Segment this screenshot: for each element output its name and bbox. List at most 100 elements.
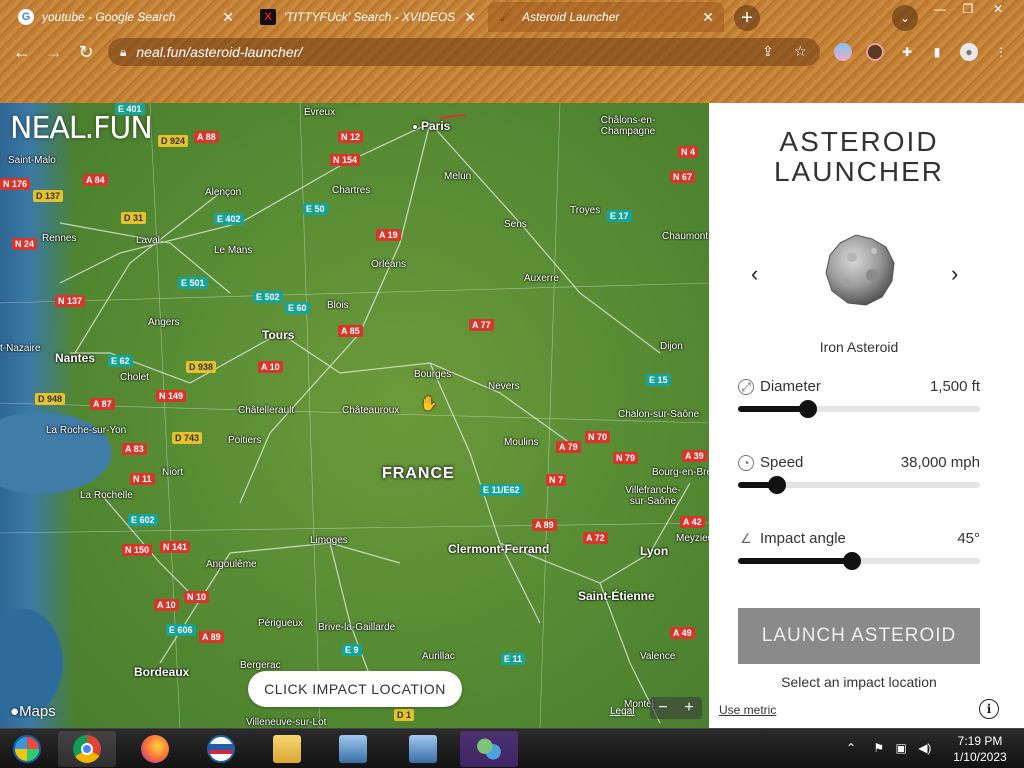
taskbar-file-explorer[interactable] <box>258 731 316 767</box>
diameter-label: Diameter <box>760 378 821 395</box>
taskbar-firefox[interactable] <box>126 731 184 767</box>
road-shield: D 924 <box>158 135 189 147</box>
volume-icon[interactable]: ◀) <box>918 741 931 755</box>
road-shield: A 42 <box>680 516 705 528</box>
zoom-out-button[interactable]: − <box>658 699 667 717</box>
network-icon[interactable]: ▣ <box>896 741 907 755</box>
tab-xvideos-search[interactable]: X 'TITTYFUck' Search - XVIDEOS ✕ <box>250 2 486 32</box>
minimize-button[interactable]: — <box>926 0 954 18</box>
tab-title: 'TITTYFUck' Search - XVIDEOS <box>284 10 456 24</box>
url-text[interactable]: neal.fun/asteroid-launcher/ <box>136 44 302 60</box>
neal-fun-logo[interactable]: NEAL.FUN <box>10 111 153 146</box>
taskbar-clock[interactable]: 7:19 PM 1/10/2023 <box>940 733 1020 765</box>
map-city: La Roche-sur-Yon <box>46 425 126 436</box>
star-icon[interactable]: ☆ <box>794 43 807 60</box>
road-shield: E 15 <box>646 374 671 386</box>
share-icon[interactable]: ⇪ <box>762 43 774 60</box>
windows-logo-icon <box>13 735 41 763</box>
next-asteroid-button[interactable]: › <box>951 261 958 287</box>
close-icon[interactable]: ✕ <box>222 9 234 26</box>
clock-time: 7:19 PM <box>957 734 1003 748</box>
impact-angle-slider[interactable] <box>738 552 980 570</box>
diameter-slider-handle[interactable] <box>799 400 818 418</box>
road-shield: A 79 <box>556 441 581 453</box>
taskbar-obama-app[interactable] <box>192 731 250 767</box>
restore-button[interactable]: ❐ <box>954 0 982 18</box>
city-label: Chartres <box>332 185 371 196</box>
map-city: Melun <box>444 171 471 182</box>
reload-button[interactable]: ↻ <box>74 40 98 64</box>
road-shield: E 402 <box>214 213 244 225</box>
launch-asteroid-button[interactable]: LAUNCH ASTEROID <box>738 608 980 664</box>
city-label: La Rochelle <box>80 490 133 501</box>
road-shield: N 24 <box>12 238 38 250</box>
map-city: Angoulême <box>206 559 257 570</box>
speed-label: Speed <box>760 454 804 471</box>
extension-flag-icon[interactable] <box>834 43 852 61</box>
map-city: Lyon <box>640 544 668 558</box>
taskbar-network-app[interactable] <box>324 731 382 767</box>
asteroid-image <box>825 234 895 306</box>
map-city: Clermont-Ferrand <box>448 542 549 556</box>
extensions-puzzle-icon[interactable]: ✚ <box>898 43 916 61</box>
city-label: Bergerac <box>240 660 281 671</box>
forward-button[interactable]: → <box>42 40 66 64</box>
map-city: Moulins <box>504 437 538 448</box>
city-label: Rennes <box>42 233 77 244</box>
road-shield: E 9 <box>342 644 362 656</box>
road-shield: E 11 <box>501 653 526 665</box>
chevron-down-icon: ⌄ <box>899 11 911 25</box>
speed-slider-handle[interactable] <box>767 476 786 494</box>
back-button[interactable]: ← <box>10 40 34 64</box>
flag-icon[interactable]: ⚑ <box>873 741 884 755</box>
tab-asteroid-launcher[interactable]: ☄ Asteroid Launcher ✕ <box>488 2 724 32</box>
road-shield: A 10 <box>154 599 179 611</box>
impact-angle-slider-handle[interactable] <box>842 552 861 570</box>
chevron-up-icon[interactable]: ⌃ <box>846 741 856 755</box>
map-city: Orléans <box>371 259 406 270</box>
system-tray: ⌃ ⚑ ▣ ◀) <box>846 741 931 755</box>
address-bar[interactable]: 🔒︎ neal.fun/asteroid-launcher/ ⇪ ☆ <box>108 38 820 66</box>
road-shield: D 31 <box>121 212 147 224</box>
info-button[interactable]: i <box>979 699 999 719</box>
use-metric-link[interactable]: Use metric <box>719 703 776 717</box>
road-shield: N 67 <box>670 171 696 183</box>
road-shield: A 89 <box>199 631 224 643</box>
tab-google-search[interactable]: G youtube - Google Search ✕ <box>8 2 244 32</box>
profile-icon[interactable]: ● <box>960 43 978 61</box>
road-shield: E 17 <box>607 210 632 222</box>
taskbar-network-app-2[interactable] <box>394 731 452 767</box>
prev-asteroid-button[interactable]: ‹ <box>751 261 758 287</box>
impact-map[interactable]: NEAL.FUN Paris Évreux Châlons-en-Champag… <box>0 103 709 728</box>
road-shield: E 606 <box>166 624 196 636</box>
extension-avatar-icon[interactable] <box>866 43 884 61</box>
tab-title: youtube - Google Search <box>42 10 176 24</box>
speed-slider[interactable] <box>738 476 980 494</box>
road-shield: N 4 <box>678 146 699 158</box>
close-icon[interactable]: ✕ <box>464 9 476 26</box>
apple-maps-attribution[interactable]: ●Maps <box>10 703 56 720</box>
click-impact-location-label: CLICK IMPACT LOCATION <box>248 671 462 707</box>
taskbar-chrome[interactable] <box>58 731 116 767</box>
taskbar-users-app[interactable] <box>460 731 518 767</box>
map-city: Dijon <box>660 341 683 352</box>
diameter-slider[interactable] <box>738 400 980 418</box>
start-button[interactable] <box>0 731 54 767</box>
map-city: Évreux <box>304 107 335 118</box>
close-icon[interactable]: ✕ <box>702 9 714 26</box>
impact-angle-slider-fill <box>738 558 852 564</box>
city-label: Clermont-Ferrand <box>448 542 550 556</box>
city-label: Troyes <box>570 205 601 216</box>
city-label: Aurillac <box>422 651 455 662</box>
legal-link[interactable]: Legal <box>610 706 634 717</box>
tab-search-button[interactable]: ⌄ <box>892 5 918 31</box>
close-window-button[interactable]: ✕ <box>984 0 1012 18</box>
map-city: Villefranche-sur-Saône <box>618 485 688 507</box>
map-city: Nevers <box>488 381 520 392</box>
new-tab-button[interactable]: + <box>734 5 760 31</box>
road-shield: A 88 <box>194 131 219 143</box>
zoom-in-button[interactable]: + <box>684 699 693 717</box>
side-panel-icon[interactable]: ▮ <box>928 43 946 61</box>
kebab-menu-icon[interactable]: ⋮ <box>992 43 1010 61</box>
clock-date: 1/10/2023 <box>953 750 1007 764</box>
